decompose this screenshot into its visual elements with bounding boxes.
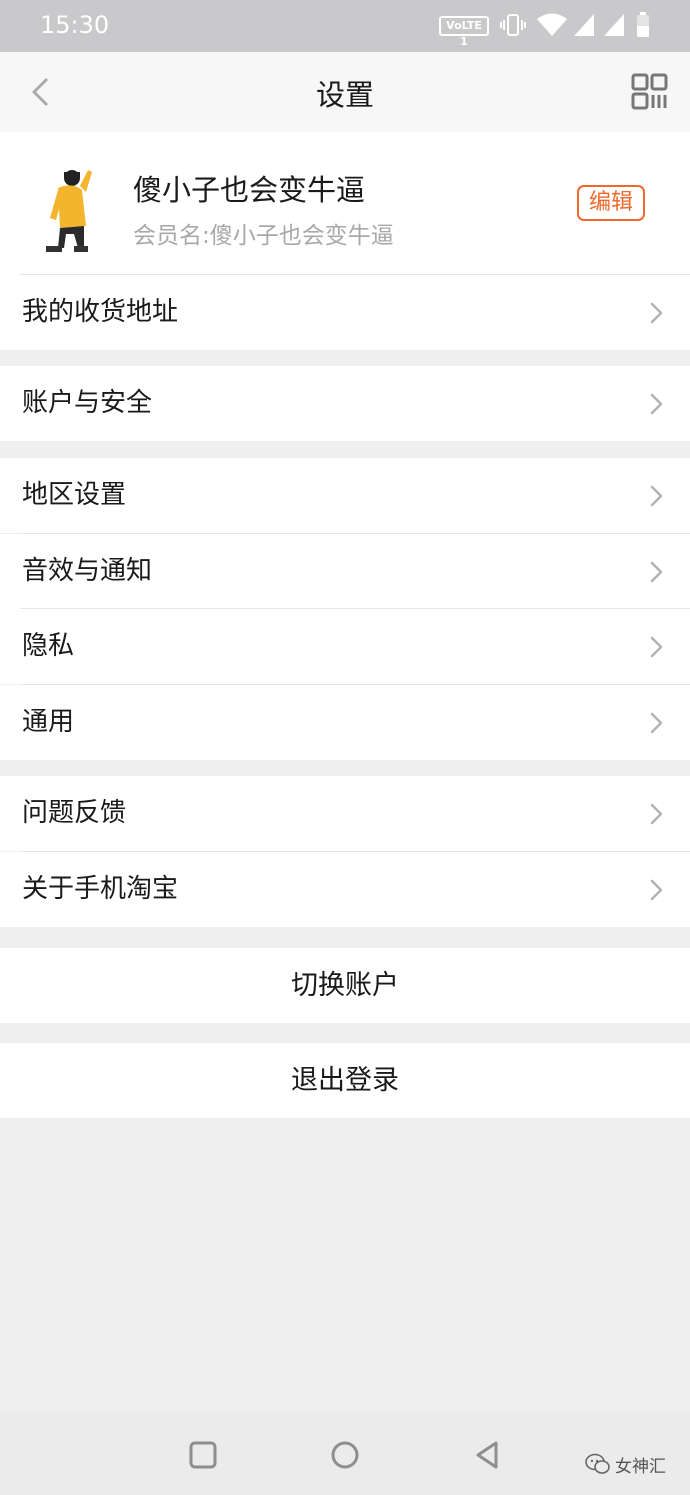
chevron-right-icon (650, 636, 663, 658)
row-label: 音效与通知 (22, 556, 153, 586)
signal-icon-1 (574, 14, 594, 36)
row-label: 账户与安全 (22, 388, 153, 418)
member-name: 会员名:傻小子也会变牛逼 (133, 223, 394, 249)
signal-icon-2 (604, 14, 624, 36)
chevron-right-icon (650, 393, 663, 415)
watermark: 女神汇 (585, 1450, 675, 1480)
back-nav-icon[interactable] (471, 1439, 503, 1471)
system-nav-bar: 女神汇 (0, 1413, 690, 1495)
volte-icon: VoLTE 1 (439, 16, 489, 48)
chevron-right-icon (650, 302, 663, 324)
wechat-icon (585, 1453, 610, 1474)
edit-button[interactable]: 编辑 (577, 185, 645, 221)
vibrate-icon (500, 14, 526, 36)
chevron-right-icon (650, 485, 663, 507)
profile-name: 傻小子也会变牛逼 (133, 173, 366, 207)
avatar[interactable] (20, 156, 120, 256)
row-region-settings[interactable]: 地区设置 (0, 458, 690, 533)
row-privacy[interactable]: 隐私 (0, 609, 690, 684)
watermark-text: 女神汇 (615, 1457, 666, 1477)
row-account-security[interactable]: 账户与安全 (0, 366, 690, 441)
row-label: 问题反馈 (22, 798, 127, 828)
row-label: 我的收货地址 (22, 297, 179, 327)
profile-card[interactable]: 傻小子也会变牛逼 会员名:傻小子也会变牛逼 编辑 (0, 132, 690, 275)
row-label: 关于手机淘宝 (22, 874, 179, 904)
nav-bar: 设置 (0, 52, 690, 132)
wifi-icon (537, 13, 567, 36)
row-about[interactable]: 关于手机淘宝 (0, 852, 690, 927)
chevron-right-icon (650, 879, 663, 901)
status-bar: 15:30 VoLTE 1 (0, 0, 690, 52)
chevron-right-icon (650, 803, 663, 825)
row-address[interactable]: 我的收货地址 (0, 275, 690, 350)
qr-code-icon[interactable] (630, 72, 670, 112)
row-feedback[interactable]: 问题反馈 (0, 776, 690, 851)
status-time: 15:30 (40, 11, 110, 39)
switch-account-label: 切换账户 (291, 970, 399, 1001)
row-label: 通用 (22, 707, 75, 737)
logout-label: 退出登录 (291, 1065, 399, 1096)
row-label: 隐私 (22, 631, 75, 661)
switch-account-button[interactable]: 切换账户 (0, 948, 690, 1023)
chevron-right-icon (650, 712, 663, 734)
recent-apps-icon[interactable] (187, 1439, 219, 1471)
page-title: 设置 (315, 78, 374, 112)
battery-icon (637, 12, 649, 37)
chevron-right-icon (650, 561, 663, 583)
logout-button[interactable]: 退出登录 (0, 1043, 690, 1118)
row-general[interactable]: 通用 (0, 685, 690, 760)
home-icon[interactable] (329, 1439, 361, 1471)
row-label: 地区设置 (22, 480, 127, 510)
row-sound-notifications[interactable]: 音效与通知 (0, 534, 690, 609)
